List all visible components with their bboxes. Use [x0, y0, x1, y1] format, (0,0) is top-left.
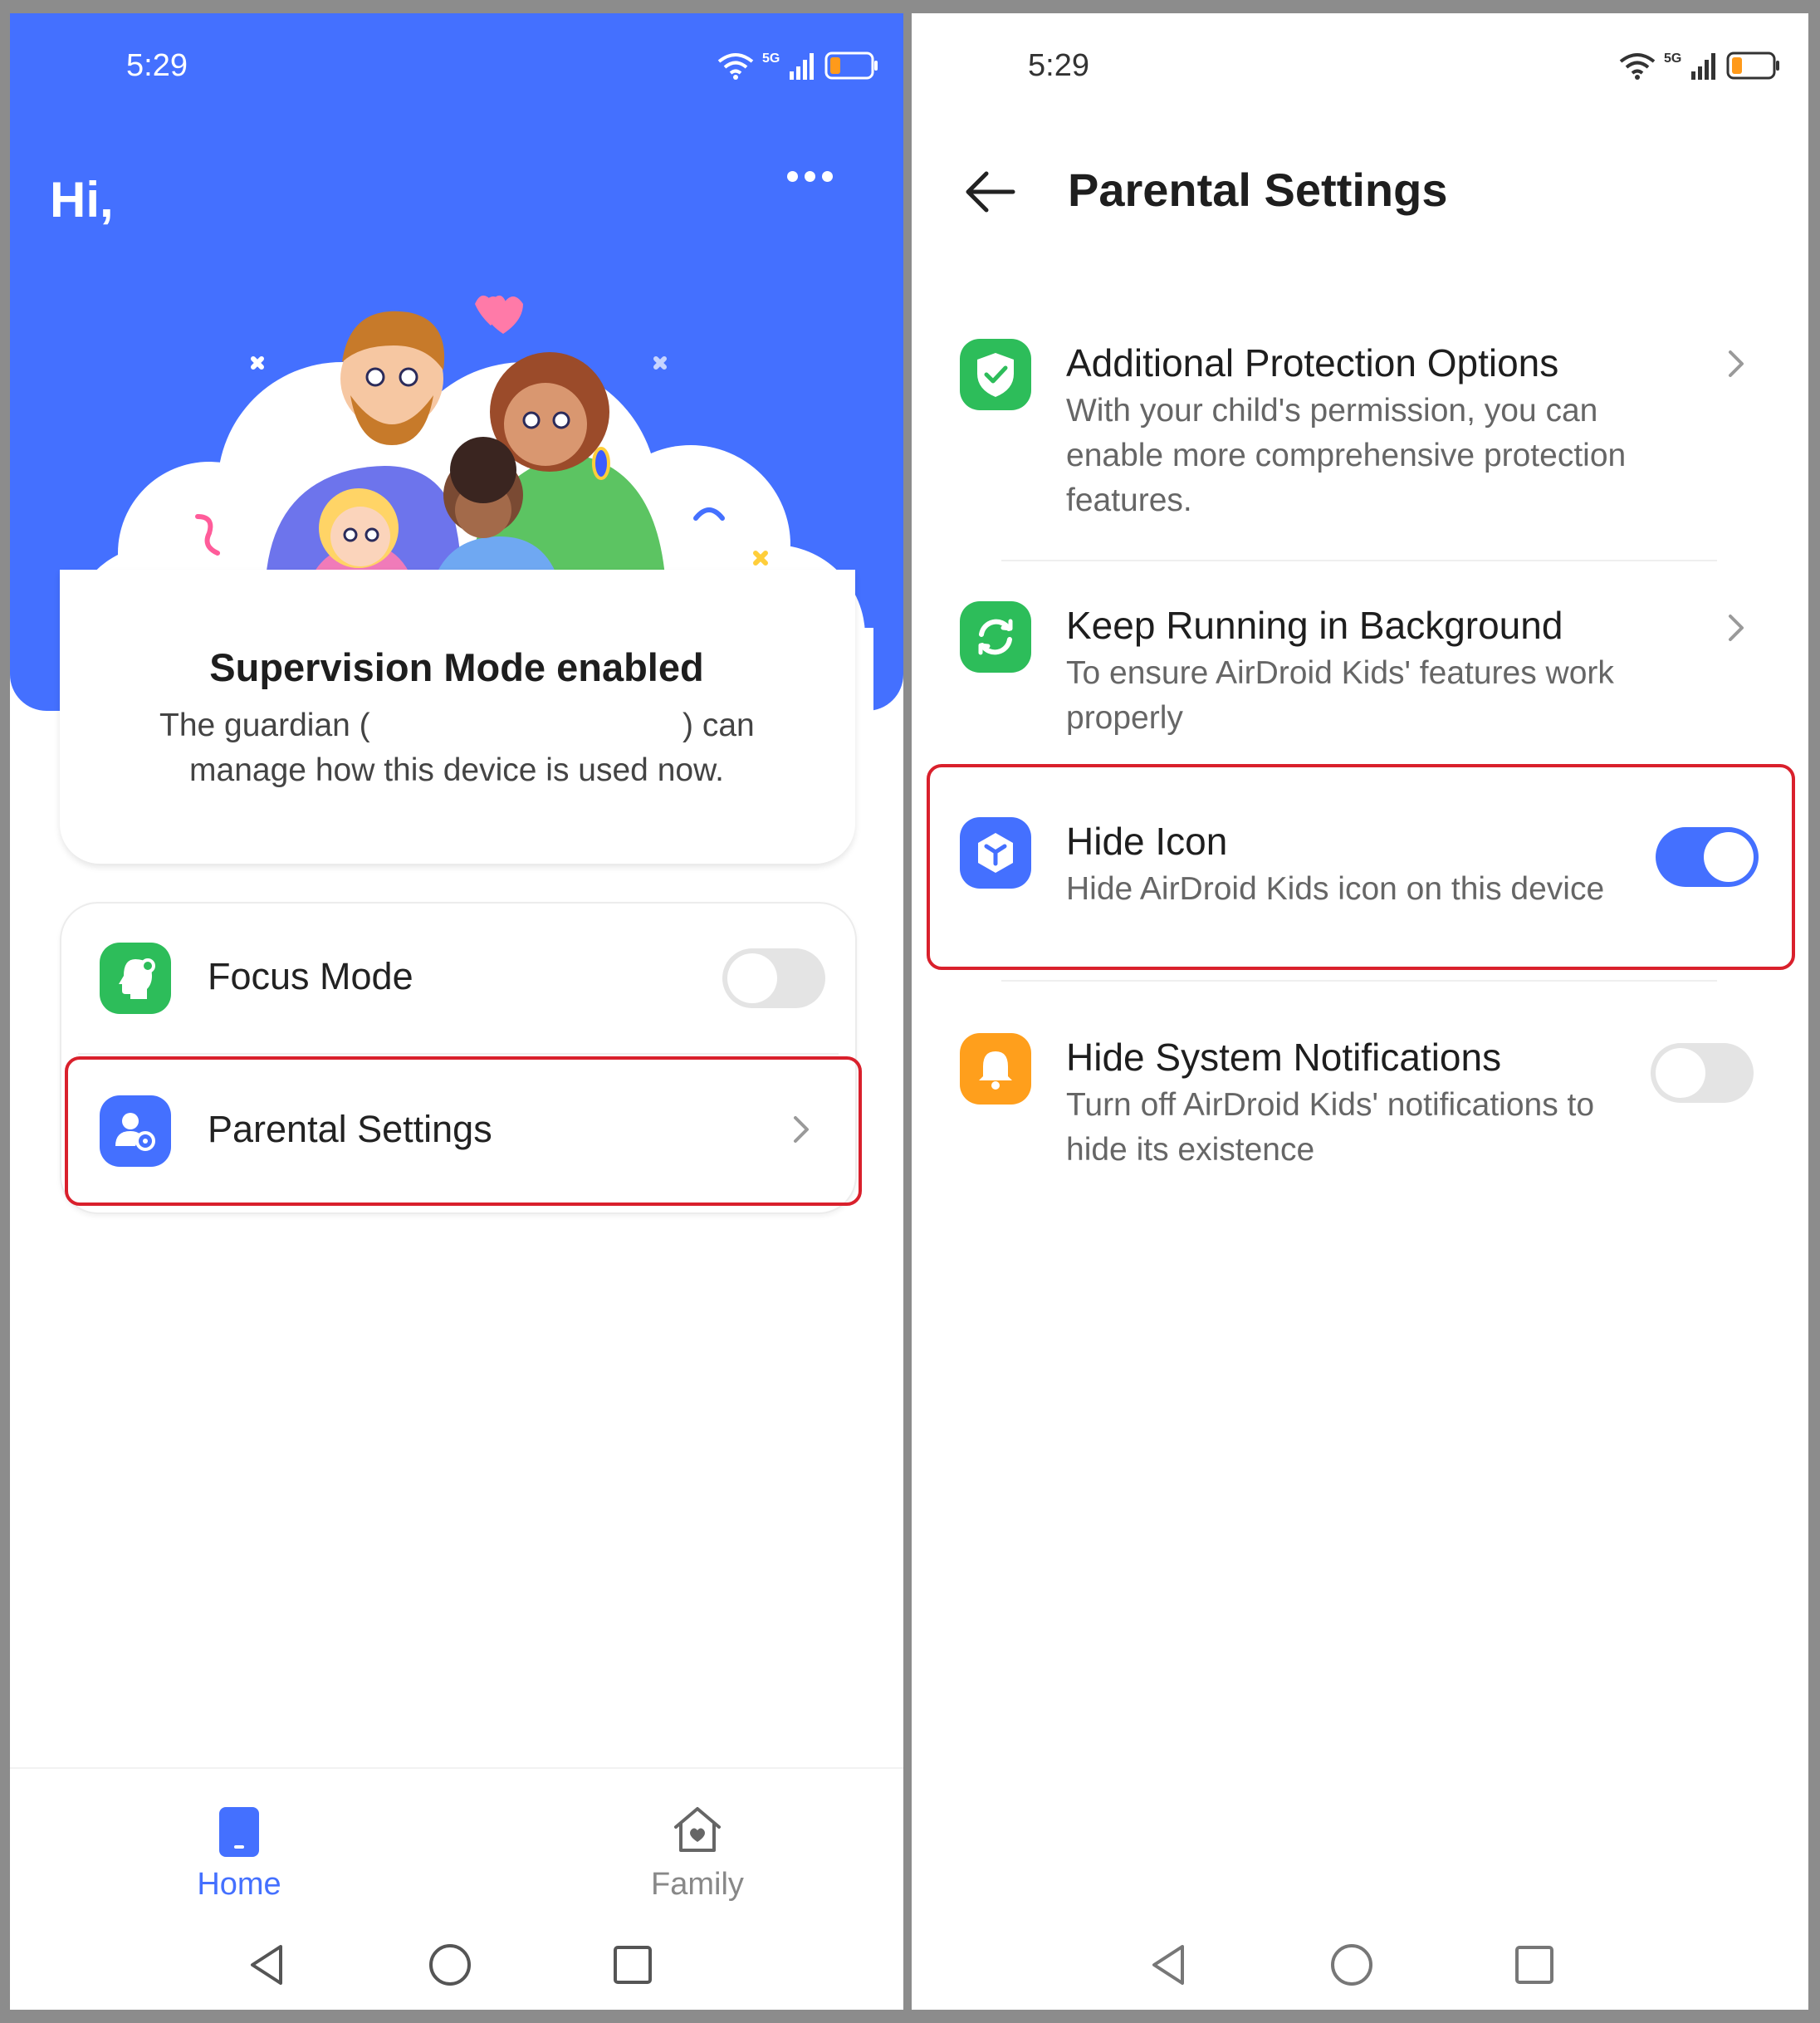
wifi-icon — [1619, 53, 1656, 80]
tab-home-label: Home — [197, 1867, 281, 1902]
setting-description: With your child's permission, you can en… — [1066, 393, 1627, 518]
phone-icon — [219, 1807, 259, 1857]
system-nav-bar — [1144, 1940, 1559, 1990]
chevron-right-icon — [1729, 350, 1744, 377]
setting-title: Additional Protection Options — [1066, 341, 1559, 385]
network-type: 5G — [1664, 51, 1682, 66]
signal-icon — [1691, 53, 1716, 80]
parental-settings-screen: 5:29 5G Parental Settings Additional Pro… — [912, 13, 1808, 2010]
nav-recents-icon[interactable] — [608, 1940, 658, 1990]
setting-description: To ensure AirDroid Kids' features work p… — [1066, 655, 1614, 736]
menu-divider — [78, 1053, 839, 1055]
home-screen: 5:29 5G Hi, Supervision Mode enabled The… — [10, 13, 903, 2010]
tab-family-label: Family — [651, 1867, 744, 1902]
focus-mode-row[interactable]: Focus Mode — [61, 904, 855, 1053]
shield-check-icon — [960, 339, 1031, 410]
setting-title: Hide System Notifications — [1066, 1036, 1502, 1079]
highlight-box-hide-icon — [927, 764, 1795, 970]
supervision-title: Supervision Mode enabled — [209, 645, 704, 689]
status-icons: 5G — [1619, 51, 1781, 80]
back-arrow-icon[interactable] — [961, 163, 1020, 221]
page-title: Parental Settings — [1068, 164, 1448, 216]
supervision-text-suffix: ) can — [682, 708, 755, 743]
nav-home-icon[interactable] — [425, 1940, 475, 1990]
nav-back-icon[interactable] — [242, 1940, 292, 1990]
chevron-right-icon — [1729, 615, 1744, 641]
hide-notifications-toggle[interactable] — [1651, 1043, 1754, 1103]
setting-divider — [1001, 980, 1717, 982]
setting-hide-notifications[interactable]: Hide System Notifications Turn off AirDr… — [912, 1026, 1808, 1193]
nav-back-icon[interactable] — [1144, 1940, 1194, 1990]
status-time: 5:29 — [1028, 48, 1089, 83]
setting-title: Keep Running in Background — [1066, 604, 1563, 647]
setting-description: Turn off AirDroid Kids' notifications to… — [1066, 1087, 1595, 1168]
supervision-text-line2: manage how this device is used now. — [189, 752, 724, 788]
setting-divider — [1001, 560, 1717, 561]
bell-icon — [960, 1033, 1031, 1105]
refresh-icon — [960, 601, 1031, 673]
focus-mode-label: Focus Mode — [208, 955, 413, 997]
setting-additional-protection[interactable]: Additional Protection Options With your … — [912, 329, 1808, 561]
focus-mode-toggle[interactable] — [722, 948, 825, 1008]
family-house-icon — [674, 1807, 721, 1852]
bottom-tab-bar: Home Family — [10, 1767, 903, 1918]
setting-keep-running[interactable]: Keep Running in Background To ensure Air… — [912, 595, 1808, 761]
highlight-box-parental-settings — [65, 1056, 862, 1206]
battery-icon — [1726, 51, 1780, 80]
system-nav-bar — [242, 1940, 658, 1990]
focus-mode-icon — [100, 943, 171, 1014]
supervision-text-prefix: The guardian ( — [159, 708, 370, 743]
nav-recents-icon[interactable] — [1509, 1940, 1559, 1990]
nav-home-icon[interactable] — [1327, 1940, 1377, 1990]
